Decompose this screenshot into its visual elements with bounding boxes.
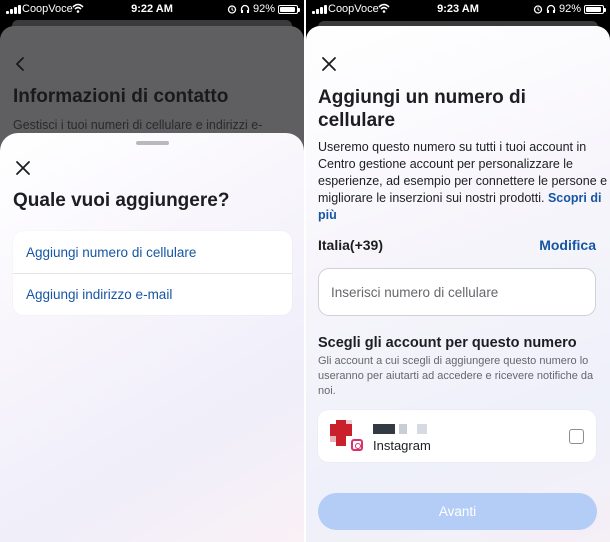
options-list: Aggiungi numero di cellulare Aggiungi in… bbox=[13, 231, 292, 315]
phone-number-input[interactable] bbox=[318, 268, 596, 316]
add-email-option[interactable]: Aggiungi indirizzo e-mail bbox=[13, 273, 292, 315]
left-screenshot: CoopVoce 9:22 AM 92% Informazioni di con… bbox=[0, 0, 304, 542]
accounts-description: Gli account a cui scegli di aggiungere q… bbox=[318, 355, 594, 397]
background-subtitle: Gestisci i tuoi numeri di cellulare e in… bbox=[13, 118, 263, 132]
battery-percent: 92% bbox=[558, 3, 581, 15]
avatar bbox=[330, 420, 364, 454]
sheet-handle[interactable] bbox=[136, 141, 169, 145]
instagram-icon bbox=[351, 439, 363, 451]
alarm-icon bbox=[533, 5, 543, 14]
alarm-icon bbox=[227, 5, 237, 14]
status-bar: CoopVoce 9:23 AM 92% bbox=[306, 0, 610, 18]
headphones-icon bbox=[546, 4, 556, 13]
battery-icon bbox=[584, 4, 606, 14]
account-username-redacted bbox=[373, 424, 433, 434]
account-app-label: Instagram bbox=[373, 438, 431, 453]
add-contact-sheet: Quale vuoi aggiungere? Aggiungi numero d… bbox=[0, 133, 304, 542]
status-right: 92% bbox=[533, 3, 606, 15]
page-description: Useremo questo numero su tutti i tuoi ac… bbox=[318, 139, 608, 224]
account-checkbox[interactable] bbox=[569, 429, 584, 444]
close-icon[interactable] bbox=[321, 56, 337, 72]
account-row-instagram[interactable]: Instagram bbox=[318, 410, 596, 462]
next-button[interactable]: Avanti bbox=[318, 493, 597, 530]
status-bar: CoopVoce 9:22 AM 92% bbox=[0, 0, 304, 18]
back-chevron-icon[interactable] bbox=[12, 55, 30, 73]
close-icon[interactable] bbox=[15, 160, 31, 176]
accounts-title: Scegli gli account per questo numero bbox=[318, 335, 577, 351]
background-title: Informazioni di contatto bbox=[13, 86, 229, 107]
edit-country-link[interactable]: Modifica bbox=[539, 237, 596, 253]
right-screenshot: CoopVoce 9:23 AM 92% Aggiungi un numero … bbox=[306, 0, 610, 542]
status-right: 92% bbox=[227, 3, 300, 15]
battery-percent: 92% bbox=[252, 3, 275, 15]
headphones-icon bbox=[240, 4, 250, 13]
country-code: Italia(+39) bbox=[318, 237, 383, 253]
battery-icon bbox=[278, 4, 300, 14]
sheet-title: Quale vuoi aggiungere? bbox=[13, 190, 230, 211]
add-phone-option[interactable]: Aggiungi numero di cellulare bbox=[13, 231, 292, 273]
page-title: Aggiungi un numero di cellulare bbox=[318, 87, 526, 131]
